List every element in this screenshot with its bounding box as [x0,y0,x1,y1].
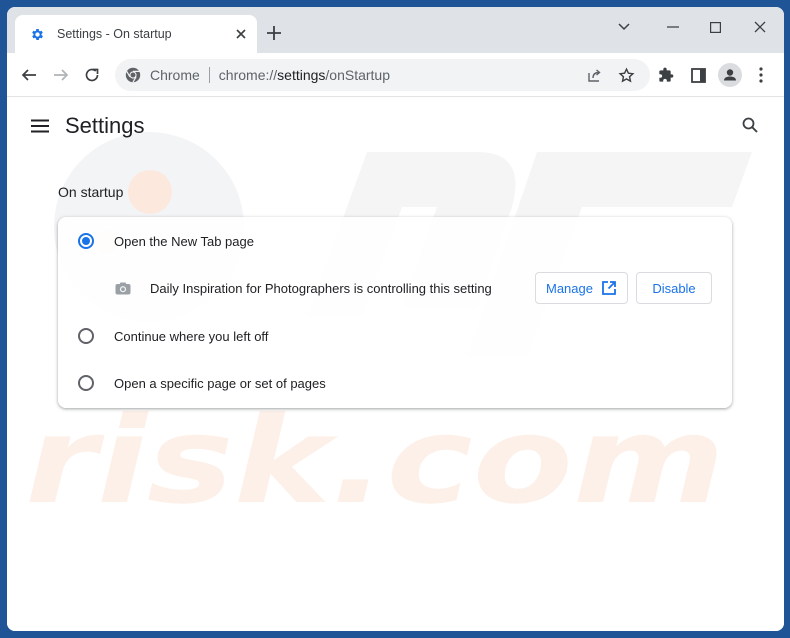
extension-notice-text: Daily Inspiration for Photographers is c… [150,280,492,296]
url-text: chrome://settings/onStartup [219,67,390,83]
omnibox-separator [208,67,210,83]
startup-options-card: Open the New Tab page Daily Inspiration … [58,217,732,408]
radio-continue[interactable] [78,328,94,344]
chrome-icon [125,67,141,83]
disable-button[interactable]: Disable [636,272,712,304]
manage-label: Manage [546,280,593,296]
option-specific-pages[interactable]: Open a specific page or set of pages [58,373,732,393]
option-continue[interactable]: Continue where you left off [58,326,732,346]
tab-search-chevron-down-icon[interactable] [604,13,644,41]
radio-new-tab[interactable] [78,233,94,249]
option-label: Continue where you left off [114,328,269,344]
url-prefix: chrome:// [218,67,278,83]
section-title: On startup [58,184,124,200]
option-new-tab[interactable]: Open the New Tab page [58,231,732,251]
camera-extension-icon [115,281,131,295]
gear-icon [29,26,45,42]
maximize-icon[interactable] [695,13,735,41]
close-window-icon[interactable] [740,13,780,41]
profile-avatar[interactable] [716,61,744,89]
back-button[interactable] [16,62,42,88]
star-icon[interactable] [612,61,640,89]
close-tab-icon[interactable] [231,24,251,44]
reload-button[interactable] [79,62,105,88]
url-host: settings [277,67,326,83]
option-label: Open a specific page or set of pages [114,375,326,391]
watermark-magnifier-dot [128,170,172,214]
forward-button[interactable] [48,62,74,88]
minimize-icon[interactable] [653,13,693,41]
page-title: Settings [65,113,145,138]
side-panel-icon[interactable] [684,61,712,89]
tab-title: Settings - On startup [57,27,172,41]
arrow-right-icon [54,69,69,81]
disable-label: Disable [652,280,696,296]
title-bar: Settings - On startup [7,7,784,53]
hamburger-menu-icon [31,119,49,133]
more-menu-icon[interactable] [747,61,775,89]
browser-window: Settings - On startup Chrome chrome://se… [7,7,784,631]
search-button[interactable] [738,113,762,137]
tab-settings[interactable]: Settings - On startup [15,15,257,53]
site-label: Chrome [150,67,200,83]
open-in-new-icon [602,281,616,295]
settings-page: risk.com Settings On startup Open the Ne… [7,97,784,631]
search-icon [742,117,758,133]
arrow-left-icon [21,69,36,81]
option-label: Open the New Tab page [114,233,254,249]
toolbar: Chrome chrome://settings/onStartup [7,53,784,97]
manage-button[interactable]: Manage [535,272,628,304]
menu-button[interactable] [29,115,51,137]
extension-notice: Daily Inspiration for Photographers is c… [58,272,732,304]
watermark-text: risk.com [25,392,725,531]
radio-specific-pages[interactable] [78,375,94,391]
url-path: /onStartup [325,67,391,83]
address-bar[interactable]: Chrome chrome://settings/onStartup [115,59,650,91]
new-tab-button[interactable] [263,22,285,44]
share-icon[interactable] [581,61,609,89]
reload-icon [85,68,99,82]
extensions-icon[interactable] [652,61,680,89]
